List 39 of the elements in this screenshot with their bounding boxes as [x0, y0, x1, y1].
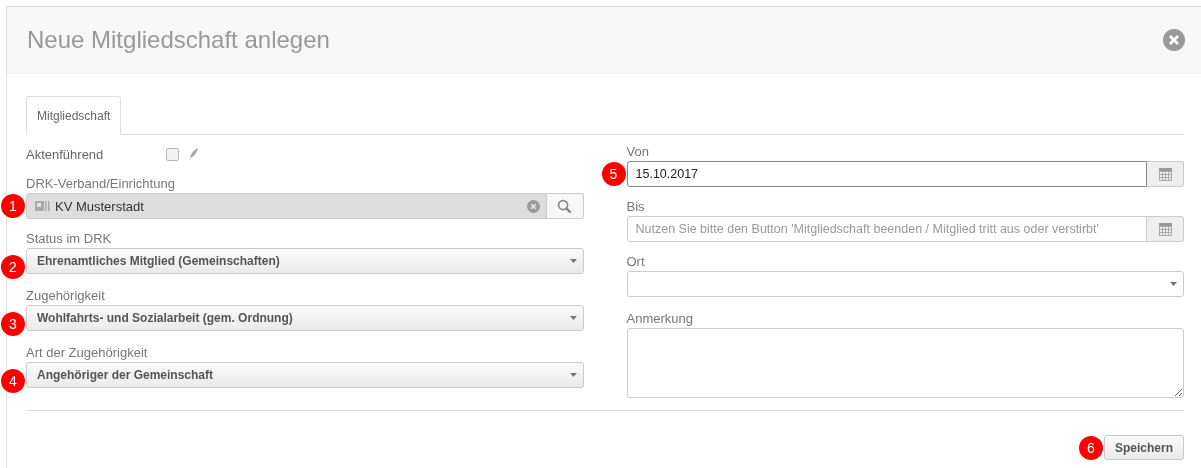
caret-icon [569, 373, 577, 377]
calendar-icon [1158, 167, 1172, 181]
clear-icon[interactable] [526, 199, 540, 213]
caret-icon [569, 316, 577, 320]
calendar-icon [1158, 222, 1172, 236]
checkbox[interactable] [166, 147, 179, 161]
dialog-title: Neue Mitgliedschaft anlegen [27, 26, 330, 54]
feather-icon [188, 147, 198, 161]
select-field[interactable]: Wohlfahrts- und Sozialarbeit (gem. Ordnung) [26, 305, 584, 331]
search-icon [557, 198, 572, 214]
caret-icon [569, 259, 577, 263]
field-label: Ort [626, 253, 646, 271]
search-button[interactable] [546, 193, 584, 219]
save-button[interactable]: Speichern [1103, 435, 1184, 460]
step-marker: 2 [1, 254, 25, 279]
step-marker: 4 [1, 368, 25, 393]
id-card-icon [35, 201, 51, 211]
step-marker: 3 [1, 311, 25, 336]
field-label: Status im DRK [26, 230, 113, 248]
lookup-field[interactable]: KV Musterstadt [26, 193, 547, 219]
select-field[interactable]: Angehöriger der Gemeinschaft [26, 362, 584, 388]
field-label: Zugehörigkeit [26, 287, 106, 305]
tab[interactable]: Mitgliedschaft [26, 96, 122, 135]
calendar-button[interactable] [1147, 216, 1184, 242]
field-label: DRK-Verband/Einrichtung [26, 175, 176, 193]
date-field[interactable]: Nutzen Sie bitte den Button 'Mitgliedschaft beenden / Mitglied tritt aus oder verstirbt' [626, 216, 1147, 242]
step-marker: 1 [1, 194, 25, 218]
date-field[interactable]: 15.10.2017 [626, 161, 1147, 187]
calendar-button[interactable] [1147, 161, 1184, 187]
field-label: Art der Zugehörigkeit [26, 344, 149, 362]
caret-icon [1170, 282, 1177, 286]
field-label: Bis [626, 198, 646, 216]
select-field[interactable]: Ehrenamtliches Mitglied (Gemeinschaften) [26, 248, 584, 274]
field-label: Anmerkung [626, 310, 694, 328]
step-marker: 6 [1078, 435, 1103, 460]
close-icon[interactable] [1163, 29, 1185, 51]
field-label: Aktenführend [26, 146, 105, 162]
field-label: Von [626, 143, 650, 161]
step-marker: 5 [601, 162, 626, 186]
